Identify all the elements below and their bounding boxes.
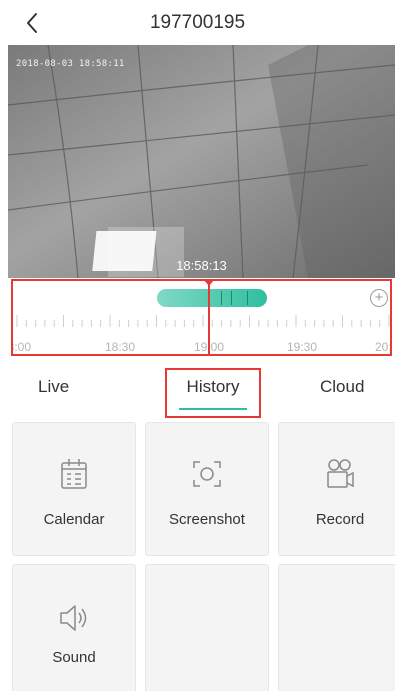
tab-cloud[interactable]: Cloud [320,377,364,397]
tick-label: 18:00 [13,340,32,354]
screenshot-icon [193,461,221,487]
screenshot-label: Screenshot [169,511,245,528]
sound-button[interactable]: Sound [12,564,136,691]
ceiling-image [8,45,395,278]
top-bar: 197700195 [0,0,395,44]
active-tab-indicator [179,408,247,410]
calendar-label: Calendar [43,511,105,528]
segment-divider [231,291,232,305]
playhead-marker [204,281,214,286]
calendar-button[interactable]: Calendar [12,422,136,556]
segment-divider [247,291,248,305]
plus-circle-icon: + [374,289,384,306]
device-history-screen: 197700195 2018-08-03 18:58:11 18:58:13 +… [0,0,395,691]
playhead-line[interactable] [208,281,210,354]
action-grid: Calendar Screenshot Record Sound [0,418,395,691]
device-title: 197700195 [149,12,246,33]
mode-tabs: Live History Cloud [0,368,395,418]
record-label: Record [315,511,365,528]
tab-history-label: History [186,377,240,396]
screenshot-button[interactable]: Screenshot [145,422,269,556]
video-datetime-overlay: 2018-08-03 18:58:11 [16,59,125,69]
video-camera-icon [327,459,354,488]
tick-label: 19:30 [287,340,318,354]
record-button[interactable]: Record [278,422,395,556]
timeline-ruler[interactable] [13,315,392,331]
playback-time: 18:58:13 [176,258,227,273]
calendar-icon [61,459,87,489]
empty-slot [278,564,395,691]
empty-slot [145,564,269,691]
tab-history[interactable]: History [165,368,261,418]
zoom-in-button[interactable]: + [370,289,388,307]
speaker-icon [60,605,87,631]
tab-live[interactable]: Live [38,377,69,397]
timeline-labels: 18:00 18:30 19:00 19:30 20:00 [13,340,392,354]
sound-label: Sound [52,649,96,666]
tick-label: 20:00 [375,340,392,354]
playback-timeline[interactable]: + 18:00 18:30 19:00 19:30 20:00 [11,279,392,356]
camera-video-feed[interactable]: 2018-08-03 18:58:11 18:58:13 [8,45,395,278]
segment-divider [221,291,222,305]
recording-segment[interactable] [157,289,267,307]
tick-label: 18:30 [105,340,136,354]
